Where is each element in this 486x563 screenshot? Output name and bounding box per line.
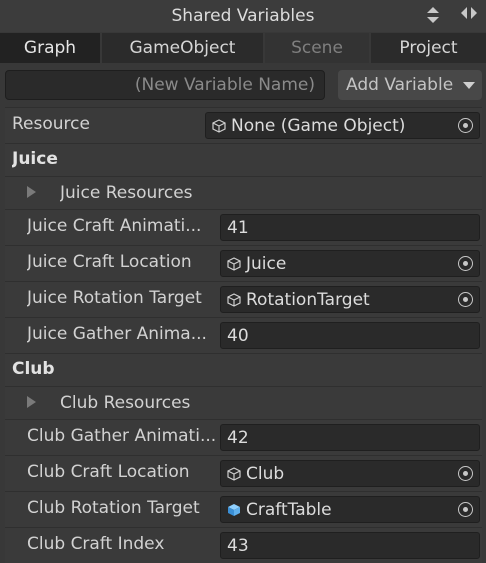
object-picker-icon[interactable] (458, 502, 473, 517)
foldout-arrow-icon[interactable] (27, 186, 36, 198)
variable-label: Resource (12, 114, 90, 134)
variable-label: Juice Gather Anima... (27, 324, 207, 344)
object-field-value: RotationTarget (246, 289, 370, 310)
variable-row-juice-gather-animation: Juice Gather Anima... 40 (5, 317, 482, 353)
object-field[interactable]: CraftTable (220, 496, 480, 523)
variable-row-club-rotation-target: Club Rotation Target CraftTable (5, 491, 482, 527)
object-picker-icon[interactable] (458, 292, 473, 307)
object-field[interactable]: Club (220, 460, 480, 487)
variable-row-juice-rotation-target: Juice Rotation Target RotationTarget (5, 281, 482, 317)
object-field[interactable]: RotationTarget (220, 286, 480, 313)
foldout-club-resources[interactable]: Club Resources (5, 386, 482, 419)
int-field[interactable]: 43 (220, 532, 480, 559)
variable-label: Club Craft Index (27, 534, 165, 554)
object-picker-icon[interactable] (458, 118, 473, 133)
object-field-value: Club (246, 463, 285, 484)
object-field-resource[interactable]: None (Game Object) (205, 112, 480, 139)
dropdown-caret-icon (463, 82, 475, 89)
gameobject-cube-icon (227, 466, 241, 481)
tab-graph[interactable]: Graph (0, 33, 102, 63)
variable-label: Club Gather Animati... (27, 426, 215, 446)
arrows-left-right-icon[interactable] (460, 6, 478, 20)
gameobject-cube-icon (227, 256, 241, 271)
variable-label: Juice Craft Location (27, 252, 192, 272)
object-picker-icon[interactable] (458, 256, 473, 271)
int-field[interactable]: 41 (220, 214, 480, 241)
tab-gameobject[interactable]: GameObject (102, 33, 265, 63)
new-variable-row: (New Variable Name) Add Variable (0, 63, 486, 105)
section-header-club[interactable]: Club (5, 353, 482, 386)
tab-bar: Graph GameObject Scene Project (0, 33, 486, 63)
variable-row-club-craft-location: Club Craft Location Club (5, 455, 482, 491)
variable-row-juice-craft-location: Juice Craft Location Juice (5, 245, 482, 281)
variable-label: Club Craft Location (27, 462, 190, 482)
variable-row-resource: Resource None (Game Object) (5, 107, 482, 143)
foldout-label: Juice Resources (60, 183, 193, 203)
window-titlebar: Shared Variables (0, 0, 486, 32)
variable-row-juice-craft-animation: Juice Craft Animati... 41 (5, 209, 482, 245)
int-field[interactable]: 42 (220, 424, 480, 451)
tab-project[interactable]: Project (371, 33, 486, 63)
object-field-value: Juice (246, 253, 287, 274)
section-title: Club (12, 359, 55, 379)
add-variable-dropdown[interactable]: Add Variable (338, 70, 482, 100)
prefab-cube-icon (227, 503, 241, 517)
arrows-up-down-icon[interactable] (426, 6, 440, 24)
foldout-arrow-icon[interactable] (27, 396, 36, 408)
variable-label: Juice Rotation Target (27, 288, 202, 308)
title-icons (426, 6, 478, 24)
new-variable-name-input[interactable]: (New Variable Name) (5, 70, 325, 100)
int-field[interactable]: 40 (220, 322, 480, 349)
window-title: Shared Variables (171, 6, 315, 26)
variables-panel: Resource None (Game Object) Juice Juice … (5, 107, 482, 563)
object-field[interactable]: Juice (220, 250, 480, 277)
foldout-label: Club Resources (60, 393, 191, 413)
variable-row-club-craft-index: Club Craft Index 43 (5, 527, 482, 563)
object-field-value: None (Game Object) (231, 115, 406, 136)
variable-label: Juice Craft Animati... (27, 216, 202, 236)
section-header-juice[interactable]: Juice (5, 143, 482, 176)
gameobject-cube-icon (227, 292, 241, 307)
gameobject-cube-icon (212, 118, 226, 133)
object-picker-icon[interactable] (458, 466, 473, 481)
foldout-juice-resources[interactable]: Juice Resources (5, 176, 482, 209)
add-variable-label: Add Variable (346, 75, 454, 95)
variable-label: Club Rotation Target (27, 498, 200, 518)
section-title: Juice (12, 149, 58, 169)
object-field-value: CraftTable (246, 499, 332, 520)
variable-row-club-gather-animation: Club Gather Animati... 42 (5, 419, 482, 455)
tab-scene[interactable]: Scene (265, 33, 371, 63)
